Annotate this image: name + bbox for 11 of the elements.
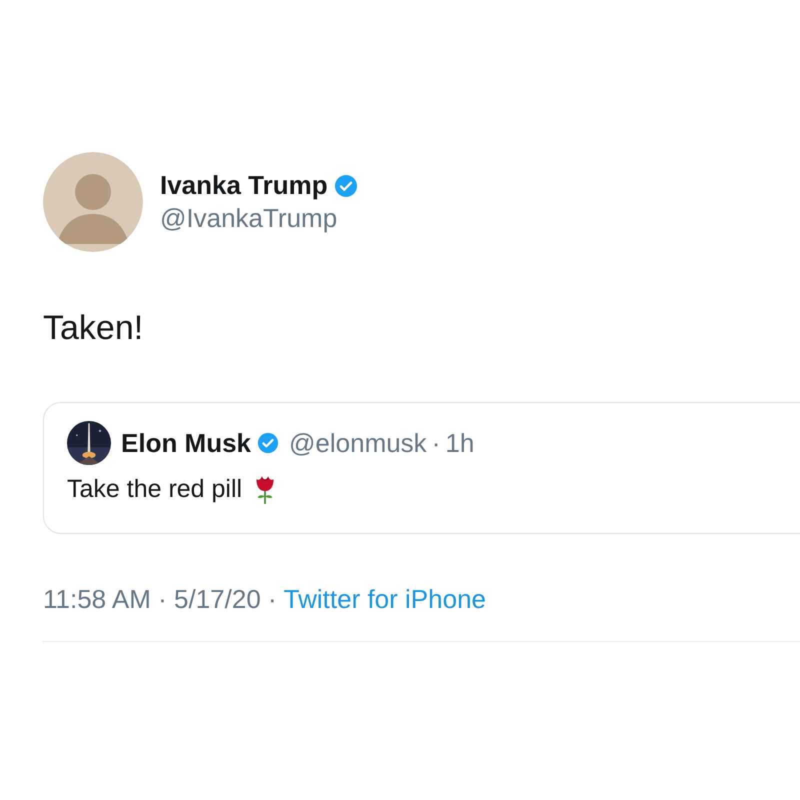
quoted-author-name: Elon Musk: [121, 428, 252, 458]
quoted-tweet-text: Take the red pill: [67, 474, 242, 504]
avatar-icon: [43, 152, 143, 252]
tweet-timestamp: 11:58 AM · 5/17/20 ·: [43, 584, 277, 615]
quoted-author-handle: @elonmusk: [289, 428, 427, 458]
tweet-text: Taken!: [43, 308, 144, 348]
author-name: Ivanka Trump: [160, 170, 328, 201]
quoted-time: 1h: [445, 428, 474, 458]
author-handle: @IvankaTrump: [160, 203, 338, 234]
source-link[interactable]: Twitter for iPhone: [284, 584, 486, 615]
separator: ·: [432, 428, 440, 458]
